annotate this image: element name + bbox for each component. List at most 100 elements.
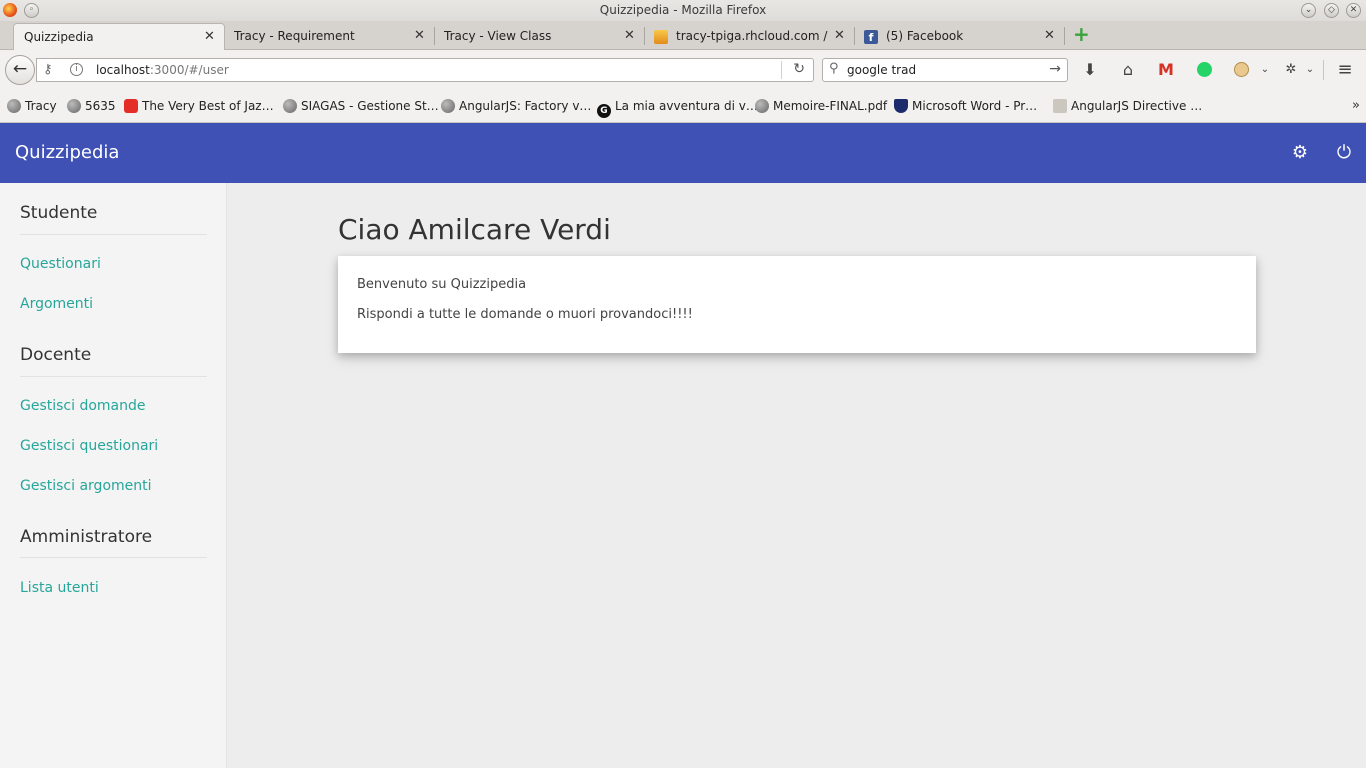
sidebar-link-argomenti[interactable]: Argomenti [20,296,93,312]
tab-label: (5) Facebook [886,29,964,43]
back-button[interactable]: ← [5,55,35,85]
document-icon [1053,99,1067,113]
section-divider [20,234,207,235]
url-host: localhost [96,63,150,77]
app-brand[interactable]: Quizzipedia [15,142,119,163]
bookmarks-toolbar: Tracy 5635 The Very Best of Jaz… SIAGAS … [0,91,1366,123]
minimize-button[interactable]: ⌄ [1301,3,1316,18]
app-header: Quizzipedia ⚙ ⏻ [0,123,1366,183]
bookmark-label: La mia avventura di v… [615,99,758,113]
sidebar-link-gestisci-domande[interactable]: Gestisci domande [20,398,146,414]
navigation-toolbar: ⚷ i localhost:3000/#/user ↻ ← ⚲ google t… [0,50,1366,91]
chevron-down-icon[interactable]: ⌄ [1299,60,1321,80]
url-text[interactable]: localhost:3000/#/user [96,63,229,77]
section-divider [20,376,207,377]
bookmark-item[interactable]: AngularJS Directive … [1053,99,1202,113]
section-title-amministratore: Amministratore [20,527,153,547]
bookmark-item[interactable]: G La mia avventura di v… [597,99,758,118]
bookmark-item[interactable]: Memoire-FINAL.pdf [755,99,887,113]
close-tab-icon[interactable]: ✕ [1044,28,1055,43]
sidebar-link-questionari[interactable]: Questionari [20,256,101,272]
url-bar[interactable]: ⚷ i localhost:3000/#/user ↻ [36,58,814,82]
bookmark-label: 5635 [85,99,116,113]
close-tab-icon[interactable]: ✕ [414,28,425,43]
power-icon[interactable]: ⏻ [1333,142,1355,164]
bookmark-item[interactable]: The Very Best of Jaz… [124,99,274,113]
globe-icon [67,99,81,113]
tab-separator [854,27,855,45]
tab-separator [1064,27,1065,45]
tab-strip: Quizzipedia ✕ Tracy - Requirement ✕ Trac… [0,21,1366,50]
bookmark-item[interactable]: 5635 [67,99,116,113]
tab-tracy-rhcloud[interactable]: tracy-tpiga.rhcloud.com /… ✕ [646,23,854,50]
reload-icon[interactable]: ↻ [793,61,805,77]
tab-tracy-view-class[interactable]: Tracy - View Class ✕ [436,23,644,50]
globe-icon [755,99,769,113]
bookmark-label: Tracy [25,99,57,113]
section-divider [20,557,207,558]
tab-label: Tracy - View Class [444,29,552,43]
welcome-text: Benvenuto su Quizzipedia [357,277,527,292]
page-title: Ciao Amilcare Verdi [338,213,611,246]
tab-separator [644,27,645,45]
hamburger-menu-icon[interactable]: ≡ [1334,60,1356,80]
bookmark-label: AngularJS: Factory v… [459,99,592,113]
sidebar-link-gestisci-argomenti[interactable]: Gestisci argomenti [20,478,152,494]
g-logo-icon: G [597,104,611,118]
sidebar-link-gestisci-questionari[interactable]: Gestisci questionari [20,438,158,454]
gmail-icon[interactable]: M [1155,60,1177,80]
close-tab-icon[interactable]: ✕ [624,28,635,43]
section-title-docente: Docente [20,345,92,365]
welcome-card: Benvenuto su Quizzipedia Rispondi a tutt… [338,256,1256,353]
download-icon[interactable]: ⬇ [1079,60,1101,80]
close-tab-icon[interactable]: ✕ [204,29,215,44]
url-divider [781,61,782,79]
new-tab-icon[interactable]: + [1073,22,1090,46]
extension-face-icon[interactable] [1230,60,1252,80]
bookmark-item[interactable]: Microsoft Word - Pr… [894,99,1037,113]
close-window-button[interactable]: ✕ [1346,3,1361,18]
tab-label: Quizzipedia [24,30,94,44]
window-titlebar: ◦ Quizzipedia - Mozilla Firefox ⌄ ◇ ✕ [0,0,1366,21]
sidebar: Studente Questionari Argomenti Docente G… [0,183,227,768]
bookmark-item[interactable]: AngularJS: Factory v… [441,99,591,113]
sidebar-link-lista-utenti[interactable]: Lista utenti [20,580,99,596]
home-icon[interactable]: ⌂ [1117,60,1139,80]
back-arrow-icon: ← [12,59,28,79]
bookmark-item[interactable]: Tracy [7,99,57,113]
shield-icon [894,99,908,113]
globe-icon [283,99,297,113]
tab-label: tracy-tpiga.rhcloud.com /… [676,29,828,43]
search-icon: ⚲ [829,61,839,76]
url-path: :3000/#/user [149,63,229,77]
chevron-down-icon[interactable]: ⌄ [1254,60,1276,80]
key-icon: ⚷ [43,62,53,77]
phpmyadmin-favicon-icon [654,30,668,44]
window-title: Quizzipedia - Mozilla Firefox [599,3,767,17]
globe-icon [441,99,455,113]
search-go-icon[interactable]: → [1049,61,1061,77]
tab-facebook[interactable]: f (5) Facebook ✕ [856,23,1064,50]
youtube-icon [124,99,138,113]
tab-label: Tracy - Requirement [234,29,355,43]
close-tab-icon[interactable]: ✕ [834,28,845,43]
whatsapp-icon[interactable] [1193,60,1215,80]
maximize-button[interactable]: ◇ [1324,3,1339,18]
bookmark-label: Memoire-FINAL.pdf [773,99,888,113]
gear-icon[interactable]: ⚙ [1289,142,1311,164]
bookmarks-overflow-icon[interactable]: » [1352,98,1360,113]
bookmark-item[interactable]: SIAGAS - Gestione St… [283,99,439,113]
facebook-favicon-icon: f [864,30,878,44]
bookmark-label: AngularJS Directive … [1071,99,1203,113]
toolbar-separator [1323,60,1324,80]
bookmark-label: Microsoft Word - Pr… [912,99,1038,113]
bookmark-label: The Very Best of Jaz… [142,99,274,113]
search-bar[interactable]: ⚲ google trad → [822,58,1068,82]
site-info-icon[interactable]: i [70,63,83,76]
section-title-studente: Studente [20,203,98,223]
globe-icon [7,99,21,113]
tab-quizzipedia[interactable]: Quizzipedia ✕ [13,23,225,50]
search-input[interactable]: google trad [847,63,916,77]
tab-tracy-requirement[interactable]: Tracy - Requirement ✕ [226,23,434,50]
bookmark-label: SIAGAS - Gestione St… [301,99,439,113]
